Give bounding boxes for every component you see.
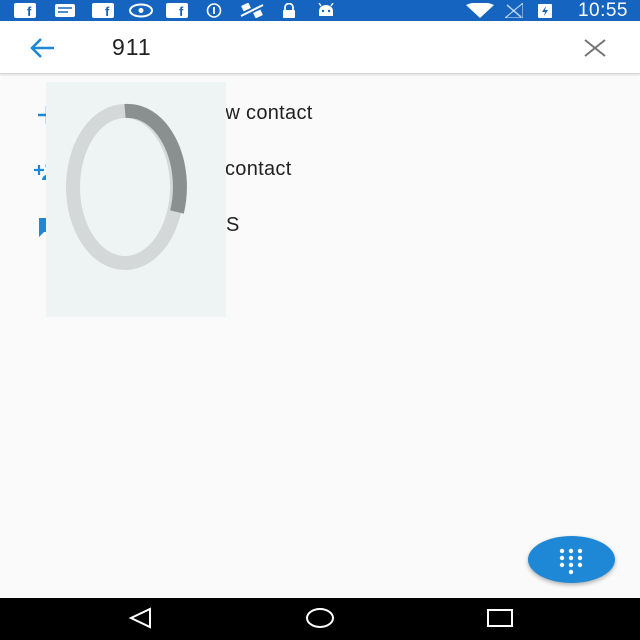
navigation-bar (0, 598, 640, 640)
menu-item-label: S (226, 214, 240, 236)
facebook-icon: f (166, 3, 188, 18)
status-time: 10:55 (577, 0, 628, 21)
loading-overlay (46, 82, 226, 317)
dialpad-button[interactable] (528, 536, 615, 583)
status-bar: f f f 10:55 (0, 0, 640, 21)
wifi-icon (466, 3, 494, 18)
facebook-icon: f (92, 3, 114, 18)
battery-charging-icon (538, 4, 552, 18)
menu-item-label: contact (225, 158, 292, 180)
close-icon[interactable] (580, 35, 610, 61)
svg-text:f: f (105, 4, 110, 18)
back-icon[interactable] (127, 606, 153, 630)
search-bar (0, 21, 640, 74)
satellite-icon (240, 3, 264, 18)
svg-text:f: f (27, 4, 32, 18)
svg-text:f: f (179, 4, 184, 18)
home-icon[interactable] (305, 606, 335, 630)
info-icon (206, 3, 222, 18)
message-icon (55, 4, 75, 17)
search-input[interactable] (112, 29, 532, 65)
nvidia-icon (129, 3, 153, 18)
loading-spinner-icon (66, 103, 187, 270)
no-signal-icon (505, 3, 523, 18)
recents-icon[interactable] (486, 606, 514, 630)
android-icon (318, 3, 334, 16)
dialpad-icon (559, 548, 583, 575)
arrow-back-icon[interactable] (26, 33, 60, 63)
lock-icon (283, 3, 295, 18)
facebook-icon: f (14, 3, 36, 18)
menu-item-label: ew contact (214, 102, 313, 124)
